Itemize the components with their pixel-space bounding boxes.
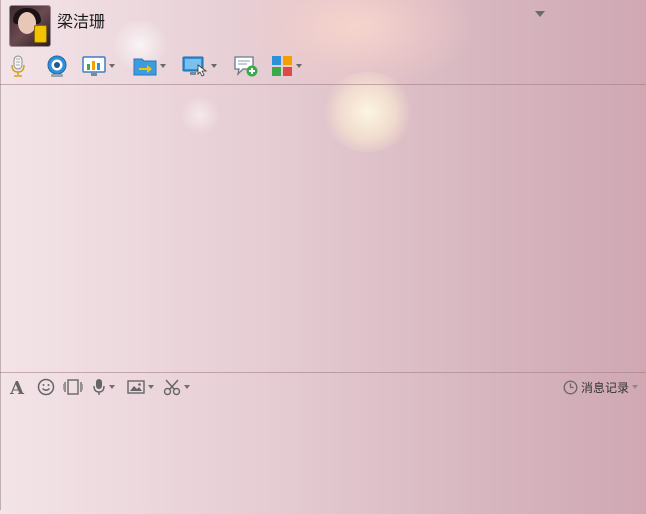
emoji-icon — [37, 378, 55, 396]
voice-call-button[interactable] — [8, 52, 28, 80]
screenshot-button[interactable] — [163, 376, 190, 398]
chat-window: 梁洁珊 A 消息记录 — [0, 0, 646, 510]
image-icon — [127, 380, 145, 394]
message-history-button[interactable]: 消息记录 — [563, 376, 638, 398]
message-history-dropdown-icon[interactable] — [632, 385, 638, 389]
file-transfer-icon — [133, 58, 157, 76]
apps-icon — [272, 56, 292, 76]
image-button[interactable] — [127, 376, 154, 398]
screen-share-icon — [82, 56, 106, 76]
video-call-button[interactable] — [45, 52, 69, 80]
clock-icon — [563, 380, 578, 394]
font-button[interactable]: A — [9, 376, 27, 398]
contact-name[interactable]: 梁洁珊 — [57, 8, 105, 32]
webcam-icon — [47, 55, 67, 77]
emoji-button[interactable] — [37, 376, 55, 398]
remote-desktop-icon — [182, 56, 208, 77]
message-history-area[interactable] — [0, 86, 646, 371]
input-divider[interactable] — [0, 372, 646, 373]
voice-message-button[interactable] — [92, 376, 115, 398]
group-chat-button[interactable] — [233, 52, 259, 80]
apps-button[interactable] — [271, 52, 302, 80]
mobile-online-icon — [34, 25, 47, 43]
shake-window-icon — [63, 379, 83, 395]
font-icon: A — [9, 378, 25, 396]
file-transfer-dropdown-icon[interactable] — [160, 64, 166, 68]
screenshot-dropdown-icon[interactable] — [184, 385, 190, 389]
microphone-icon — [11, 55, 25, 77]
screenshot-scissors-icon — [163, 379, 181, 396]
message-input-area[interactable] — [0, 400, 646, 510]
input-toolbar: A — [0, 376, 646, 398]
shake-window-button[interactable] — [63, 376, 83, 398]
contact-avatar[interactable] — [9, 5, 51, 47]
remote-desktop-button[interactable] — [182, 52, 217, 80]
remote-desktop-dropdown-icon[interactable] — [211, 64, 217, 68]
message-history-label: 消息记录 — [580, 380, 629, 395]
header-menu-dropdown-icon[interactable] — [535, 11, 545, 17]
apps-dropdown-icon[interactable] — [296, 64, 302, 68]
screen-share-dropdown-icon[interactable] — [109, 64, 115, 68]
svg-text:A: A — [9, 378, 25, 396]
voice-message-icon — [93, 379, 105, 395]
file-transfer-button[interactable] — [133, 52, 166, 80]
chat-toolbar — [0, 52, 646, 82]
message-input[interactable] — [0, 400, 646, 510]
voice-message-dropdown-icon[interactable] — [109, 385, 115, 389]
chat-header: 梁洁珊 — [0, 0, 646, 50]
toolbar-divider — [0, 84, 646, 85]
new-message-icon — [234, 56, 258, 77]
screen-share-button[interactable] — [82, 52, 115, 80]
image-dropdown-icon[interactable] — [148, 385, 154, 389]
